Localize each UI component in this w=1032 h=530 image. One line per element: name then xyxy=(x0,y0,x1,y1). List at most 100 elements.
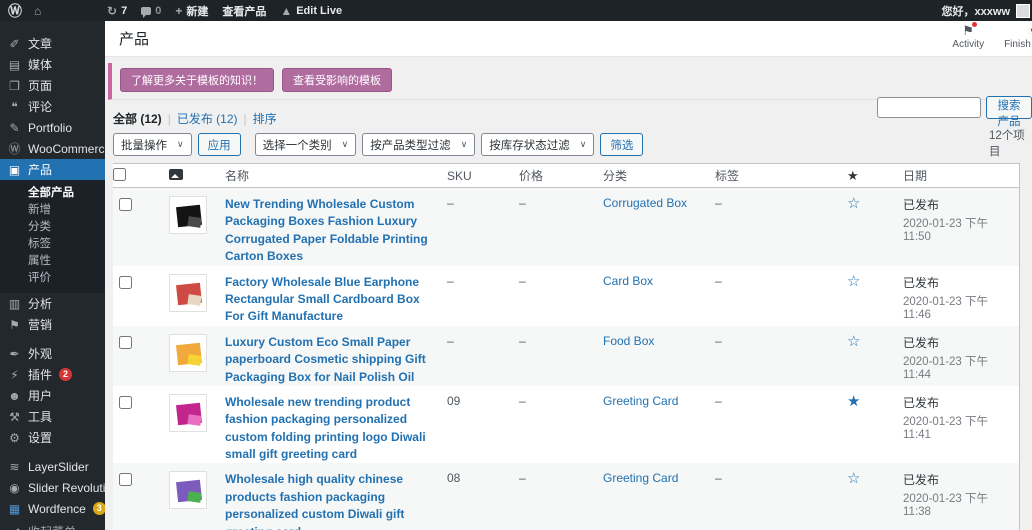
comments-icon: ❝ xyxy=(8,101,21,113)
featured-star-icon[interactable]: ★ xyxy=(847,393,860,410)
table-row: New Trending Wholesale Custom Packaging … xyxy=(113,188,1019,266)
chevron-down-icon: ∨ xyxy=(342,139,349,150)
column-header-tags[interactable]: 标签 xyxy=(715,167,847,184)
header-actions: ⚑ Activity ◔ Finish setup xyxy=(952,24,1032,50)
sidebar-item-users[interactable]: ☻用户 xyxy=(0,385,105,406)
column-header-name[interactable]: 名称 xyxy=(225,167,447,184)
sidebar-item-comments[interactable]: ❝评论 xyxy=(0,96,105,117)
product-status: 已发布 xyxy=(903,394,1011,411)
row-checkbox[interactable] xyxy=(119,473,132,486)
product-sku: – xyxy=(447,326,519,348)
sidebar-item-posts[interactable]: ✐文章 xyxy=(0,33,105,54)
product-name-link[interactable]: Wholesale high quality chinese products … xyxy=(225,471,439,530)
column-header-featured-star-icon[interactable]: ★ xyxy=(847,168,859,183)
sidebar-item-pages[interactable]: ❐页面 xyxy=(0,75,105,96)
learn-templates-button[interactable]: 了解更多关于模板的知识！ xyxy=(120,68,274,92)
user-greeting[interactable]: 您好，xxxww xyxy=(942,3,1010,19)
submenu-reviews[interactable]: 评价 xyxy=(0,270,105,287)
comments-menu[interactable]: 0 xyxy=(141,5,161,17)
sidebar-item-appearance[interactable]: ✒外观 xyxy=(0,343,105,364)
product-thumbnail[interactable] xyxy=(169,471,207,509)
view-sort-link[interactable]: 排序 xyxy=(253,110,277,127)
product-name-link[interactable]: Factory Wholesale Blue Earphone Rectangu… xyxy=(225,274,439,326)
search-products: 搜索产品 xyxy=(877,96,1032,119)
submenu-attributes[interactable]: 属性 xyxy=(0,253,105,270)
wordpress-logo-icon[interactable]: Ⓦ xyxy=(8,1,22,21)
view-products-link[interactable]: 查看产品 xyxy=(222,3,266,19)
sidebar-item-portfolio[interactable]: ✎Portfolio xyxy=(0,117,105,138)
product-tags: – xyxy=(715,188,847,210)
product-category-link[interactable]: Food Box xyxy=(603,334,654,348)
select-all-checkbox[interactable] xyxy=(113,168,126,181)
product-thumbnail[interactable] xyxy=(169,274,207,312)
column-header-sku[interactable]: SKU xyxy=(447,169,519,183)
filter-button[interactable]: 筛选 xyxy=(600,133,643,156)
finish-setup-button[interactable]: ◔ Finish setup xyxy=(1004,24,1032,50)
column-header-price[interactable]: 价格 xyxy=(519,167,603,184)
view-affected-templates-button[interactable]: 查看受影响的模板 xyxy=(282,68,392,92)
product-thumbnail[interactable] xyxy=(169,334,207,372)
sidebar-item-slider-revolution[interactable]: ◉Slider Revolution xyxy=(0,477,105,498)
row-checkbox[interactable] xyxy=(119,336,132,349)
product-sku: 09 xyxy=(447,386,519,408)
featured-star-icon[interactable]: ☆ xyxy=(847,273,860,290)
site-home-icon[interactable]: ⌂ xyxy=(34,5,41,17)
product-name-link[interactable]: New Trending Wholesale Custom Packaging … xyxy=(225,196,439,266)
sidebar-item-tools[interactable]: ⚒工具 xyxy=(0,406,105,427)
avatar[interactable] xyxy=(1016,4,1030,18)
sidebar-item-plugins[interactable]: ⚡插件2 xyxy=(0,364,105,385)
submenu-tags[interactable]: 标签 xyxy=(0,236,105,253)
submenu-categories[interactable]: 分类 xyxy=(0,219,105,236)
product-type-filter-select[interactable]: 按产品类型过滤∨ xyxy=(362,133,475,156)
table-row: Wholesale high quality chinese products … xyxy=(113,463,1019,530)
main-content: 产品 ⚑ Activity ◔ Finish setup 了解更多关于模板的知识… xyxy=(105,21,1032,530)
view-all-link[interactable]: 全部 (12) xyxy=(113,110,162,127)
column-header-date[interactable]: 日期 xyxy=(903,167,1019,184)
featured-star-icon[interactable]: ☆ xyxy=(847,333,860,350)
row-checkbox[interactable] xyxy=(119,198,132,211)
sidebar-item-settings[interactable]: ⚙设置 xyxy=(0,427,105,448)
featured-star-icon[interactable]: ☆ xyxy=(847,195,860,212)
edit-live-link[interactable]: ▲ Edit Live xyxy=(280,5,342,17)
sidebar-item-woocommerce[interactable]: ⓌWooCommerce xyxy=(0,138,105,159)
product-price: – xyxy=(519,386,603,408)
apply-button[interactable]: 应用 xyxy=(198,133,241,156)
product-category-link[interactable]: Corrugated Box xyxy=(603,196,687,210)
collapse-menu-button[interactable]: ◀收起菜单 xyxy=(0,521,105,530)
row-checkbox[interactable] xyxy=(119,276,132,289)
sidebar-item-analytics[interactable]: ▥分析 xyxy=(0,293,105,314)
product-thumbnail[interactable] xyxy=(169,394,207,432)
sidebar-item-wordfence[interactable]: ▦Wordfence3 xyxy=(0,498,105,519)
image-column-icon xyxy=(169,169,183,180)
updates-menu[interactable]: ↻ 7 xyxy=(107,5,127,17)
table-body: New Trending Wholesale Custom Packaging … xyxy=(113,188,1019,530)
column-header-category[interactable]: 分类 xyxy=(603,167,715,184)
product-category-link[interactable]: Card Box xyxy=(603,274,653,288)
product-thumbnail[interactable] xyxy=(169,196,207,234)
sidebar-item-marketing[interactable]: ⚑营销 xyxy=(0,314,105,335)
view-published-link[interactable]: 已发布 (12) xyxy=(177,110,238,127)
search-products-button[interactable]: 搜索产品 xyxy=(986,96,1032,119)
product-category-link[interactable]: Greeting Card xyxy=(603,394,678,408)
posts-icon: ✐ xyxy=(8,38,21,50)
new-content-menu[interactable]: + 新建 xyxy=(175,3,208,19)
sidebar-item-media[interactable]: ▤媒体 xyxy=(0,54,105,75)
product-date: 2020-01-23 下午11:46 xyxy=(903,293,1011,321)
product-category-link[interactable]: Greeting Card xyxy=(603,471,678,485)
bulk-actions-select[interactable]: 批量操作∨ xyxy=(113,133,192,156)
product-name-link[interactable]: Luxury Custom Eco Small Paper paperboard… xyxy=(225,334,439,386)
item-count: 12个项目 xyxy=(989,127,1032,159)
stock-status-filter-select[interactable]: 按库存状态过滤∨ xyxy=(481,133,594,156)
submenu-add-new[interactable]: 新增 xyxy=(0,202,105,219)
activity-button[interactable]: ⚑ Activity xyxy=(952,24,984,50)
category-filter-select[interactable]: 选择一个类别∨ xyxy=(255,133,357,156)
submenu-all-products[interactable]: 全部产品 xyxy=(0,185,105,202)
search-input[interactable] xyxy=(877,97,981,118)
row-checkbox[interactable] xyxy=(119,396,132,409)
sidebar-item-layerslider[interactable]: ≋LayerSlider xyxy=(0,456,105,477)
product-name-link[interactable]: Wholesale new trending product fashion p… xyxy=(225,394,439,464)
slider-revolution-icon: ◉ xyxy=(8,482,21,494)
sidebar-item-products[interactable]: ▣产品 xyxy=(0,159,105,180)
comments-count: 0 xyxy=(155,5,161,17)
featured-star-icon[interactable]: ☆ xyxy=(847,470,860,487)
